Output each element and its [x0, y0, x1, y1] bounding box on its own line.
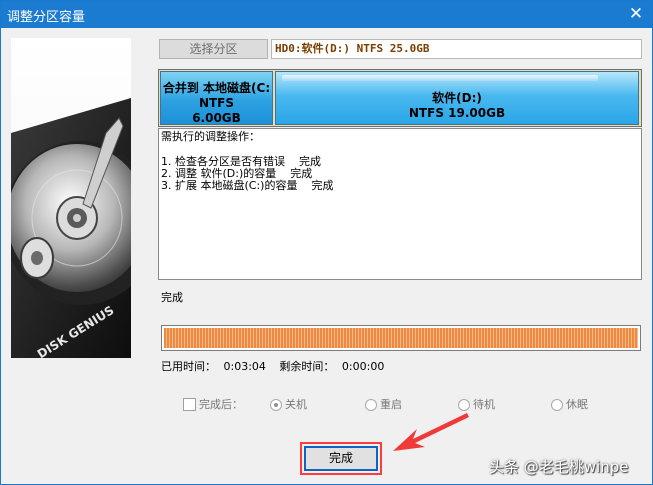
- radio-standby-label: 待机: [473, 398, 495, 411]
- progress-fill: [164, 328, 638, 348]
- radio-hibernate-indicator[interactable]: [551, 399, 563, 411]
- radio-shutdown[interactable]: 关机: [270, 396, 307, 412]
- partition-d-name: 软件(D:): [432, 91, 482, 105]
- operations-list: 需执行的调整操作： 1. 检查各分区是否有错误 完成 2. 调整 软件(D:)的…: [158, 128, 642, 280]
- after-completion-checkbox[interactable]: 完成后：: [183, 396, 243, 412]
- close-icon[interactable]: ✕: [626, 4, 646, 24]
- time-info: 已用时间： 0:03:04 剩余时间： 0:00:00: [161, 358, 384, 374]
- disk-genius-side-image: DISK GENIUS: [11, 38, 131, 358]
- watermark-text: 头条 @老毛桃winpe: [489, 458, 629, 476]
- after-completion-label: 完成后：: [199, 398, 243, 411]
- radio-hibernate-label: 休眠: [566, 398, 588, 411]
- partition-c-block[interactable]: 合并到 本地磁盘(C: NTFS 6.00GB: [160, 71, 273, 125]
- hard-disk-illustration: DISK GENIUS: [11, 38, 131, 358]
- finish-button[interactable]: 完成: [304, 446, 378, 471]
- partition-c-fs: NTFS: [198, 96, 235, 110]
- elapsed-value: 0:03:04: [223, 360, 266, 373]
- remaining-label: 剩余时间：: [279, 360, 335, 373]
- progress-bar: [161, 325, 641, 351]
- radio-hibernate[interactable]: 休眠: [551, 396, 588, 412]
- operations-title: 需执行的调整操作：: [161, 130, 260, 143]
- partition-d-info: NTFS 19.00GB: [408, 106, 506, 120]
- partition-d-highlight: [282, 75, 598, 81]
- select-partition-button[interactable]: 选择分区: [159, 39, 268, 59]
- title-bar: 调整分区容量 ✕: [1, 1, 652, 28]
- partition-d-block[interactable]: 软件(D:) NTFS 19.00GB: [275, 71, 639, 125]
- radio-shutdown-indicator[interactable]: [270, 399, 282, 411]
- partition-c-size: 6.00GB: [192, 111, 241, 125]
- partition-map: 合并到 本地磁盘(C: NTFS 6.00GB 软件(D:) NTFS 19.0…: [158, 69, 642, 127]
- elapsed-label: 已用时间：: [161, 360, 216, 373]
- operation-item: 3. 扩展 本地磁盘(C:)的容量 完成: [161, 179, 334, 192]
- window-title: 调整分区容量: [7, 10, 86, 25]
- red-arrow-icon: [393, 413, 469, 451]
- radio-restart-indicator[interactable]: [365, 399, 377, 411]
- partition-c-name: 合并到 本地磁盘(C:: [162, 81, 271, 95]
- checkbox-box[interactable]: [183, 398, 196, 411]
- remaining-value: 0:00:00: [341, 360, 385, 373]
- disk-info-display: HD0:软件(D:) NTFS 25.0GB: [271, 39, 642, 59]
- radio-shutdown-label: 关机: [285, 398, 307, 411]
- dialog-window: 调整分区容量 ✕ DISK GENIUS 选择分区 HD0:软件(D:) NTF…: [0, 0, 653, 485]
- status-text: 完成: [161, 291, 183, 304]
